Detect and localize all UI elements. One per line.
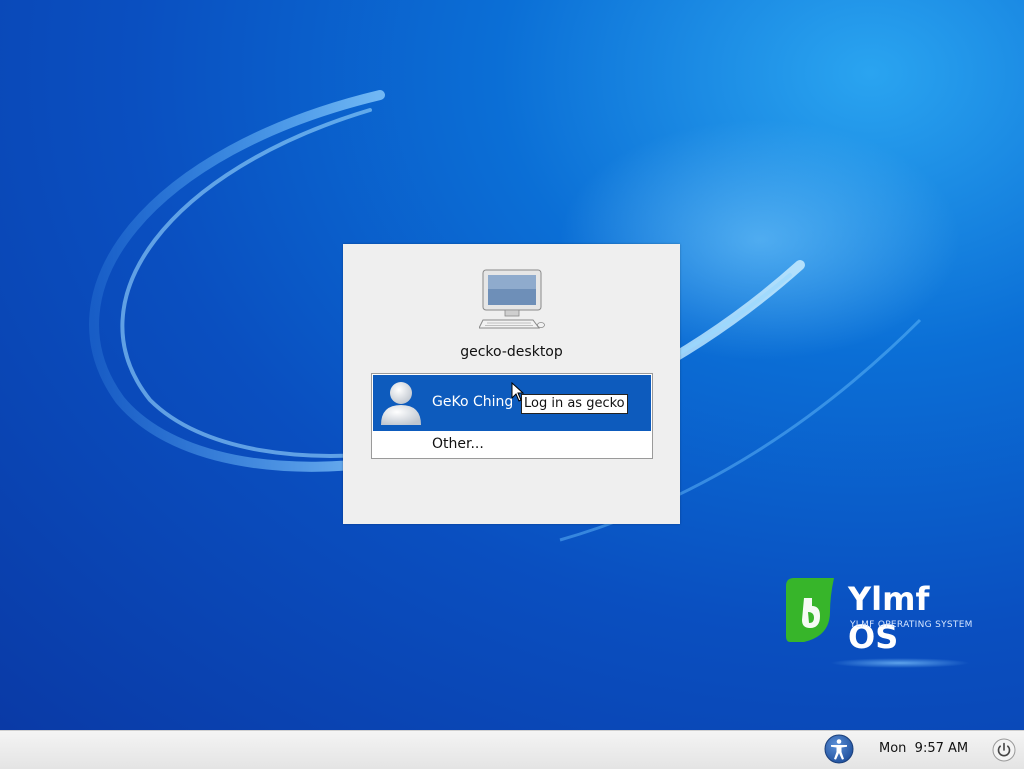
user-name-label: GeKo Ching — [432, 394, 514, 410]
accessibility-icon[interactable] — [824, 734, 854, 764]
brand-name: Ylmf OS — [848, 580, 930, 656]
computer-icon — [479, 269, 545, 329]
ylmf-logo-icon — [786, 578, 834, 642]
hostname-label: gecko-desktop — [460, 344, 563, 360]
login-tooltip: Log in as gecko — [521, 394, 628, 414]
user-avatar-icon — [381, 382, 421, 425]
brand-glow — [830, 658, 970, 668]
mouse-pointer-icon — [511, 382, 525, 402]
brand-tagline: YLMF OPERATING SYSTEM — [850, 620, 973, 630]
panel-clock[interactable]: Mon 9:57 AM — [879, 741, 968, 756]
user-list-item-other[interactable]: Other... — [373, 431, 651, 457]
brand-logo: Ylmf OS YLMF OPERATING SYSTEM — [780, 574, 980, 674]
power-icon[interactable] — [992, 738, 1016, 762]
other-user-label: Other... — [432, 436, 484, 452]
bottom-panel: Mon 9:57 AM — [0, 730, 1024, 769]
